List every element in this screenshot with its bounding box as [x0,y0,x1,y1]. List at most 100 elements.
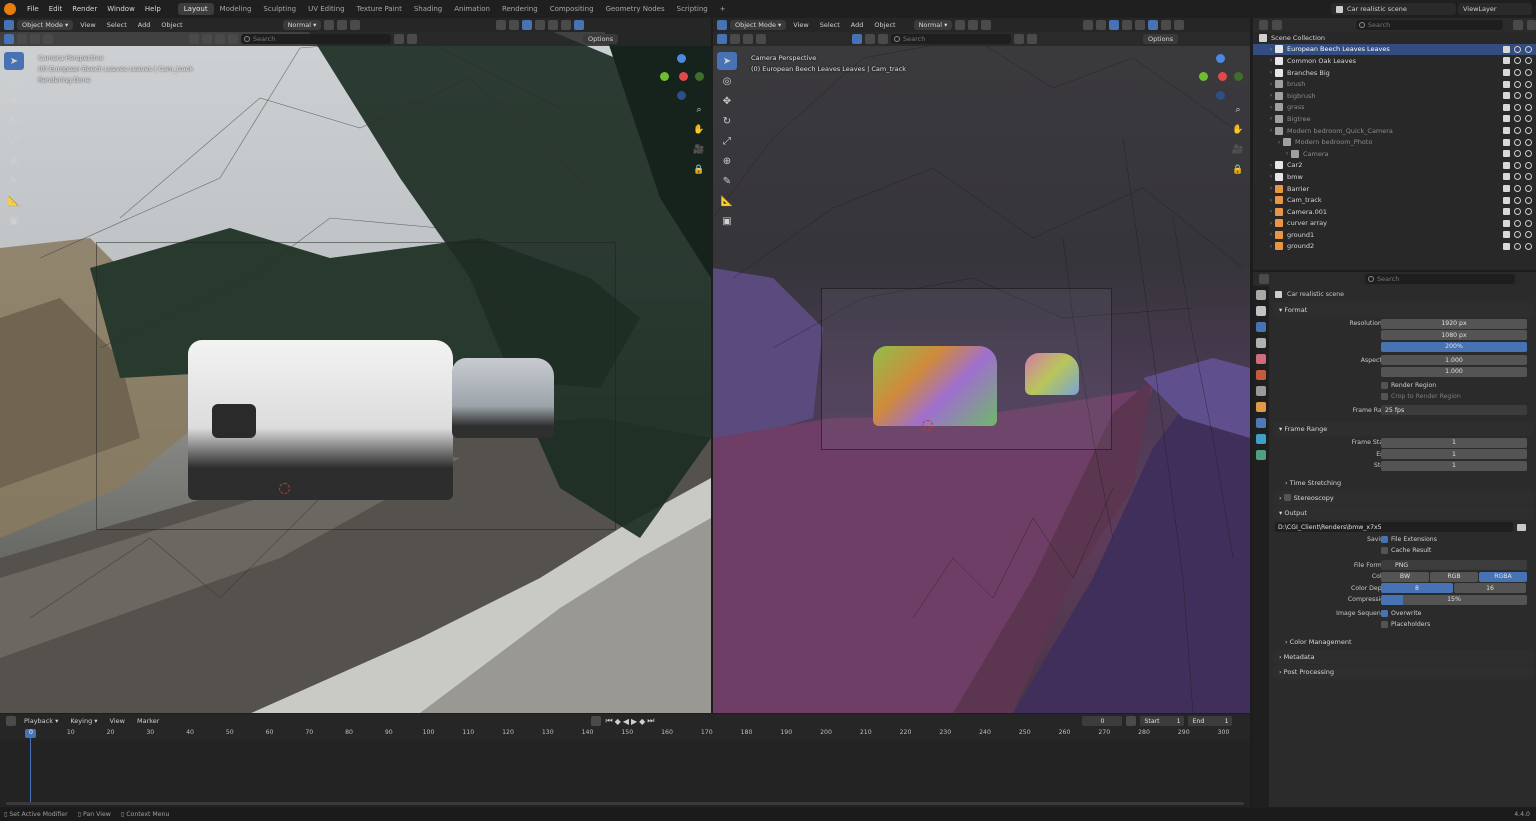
camera-view-icon[interactable]: 🎥 [1232,145,1244,157]
workspace-tab-modeling[interactable]: Modeling [214,3,258,15]
scene-collection-row[interactable]: Scene Collection [1253,32,1536,44]
gizmo-icon[interactable] [1096,20,1107,30]
camera-render-icon[interactable] [1525,138,1532,146]
workspace-tab-animation[interactable]: Animation [448,3,496,15]
mode-selector[interactable]: Object Mode ▾ [17,20,74,30]
exclude-checkbox[interactable] [1503,138,1510,146]
camera-render-icon[interactable] [1525,127,1532,135]
pivot-icon[interactable] [324,20,335,30]
eye-icon[interactable] [1514,127,1521,135]
axis-neg-z-icon[interactable] [1216,91,1225,100]
eye-icon[interactable] [1514,92,1521,100]
lock-icon[interactable]: 🔒 [693,165,705,177]
add-cube-tool-icon[interactable]: ▣ [717,212,737,230]
outliner-row[interactable]: › curver array [1253,218,1536,230]
cursor-tool-icon[interactable]: ◎ [4,72,24,90]
workspace-tab-sculpting[interactable]: Sculpting [257,3,302,15]
expand-arrow-icon[interactable]: › [1267,57,1275,64]
current-frame-field[interactable]: 0 [1082,716,1123,726]
keying-menu[interactable]: Keying ▾ [66,717,101,725]
select-subtract-icon[interactable] [743,34,753,44]
new-collection-icon[interactable] [1526,20,1536,30]
camera-render-icon[interactable] [1525,103,1532,111]
proportional-edit-icon[interactable] [981,20,992,30]
menu-file[interactable]: File [22,5,44,13]
color-rgb-option[interactable]: RGB [1430,571,1478,582]
add-cube-tool-icon[interactable]: ▣ [4,212,24,230]
camera-render-icon[interactable] [1525,185,1532,193]
workspace-tab-compositing[interactable]: Compositing [544,3,600,15]
add-menu[interactable]: Add [847,21,868,29]
view-menu[interactable]: View [789,21,812,29]
proportional-edit-icon[interactable] [350,20,361,30]
bookmark-icon[interactable] [394,34,404,44]
exclude-checkbox[interactable] [1503,161,1510,169]
eye-icon[interactable] [1514,138,1521,146]
timeline-view-menu[interactable]: View [106,717,129,725]
xray-icon[interactable] [535,20,546,30]
axis-x-icon[interactable] [1218,72,1227,81]
select-menu[interactable]: Select [816,21,844,29]
move-tool-icon[interactable]: ✥ [4,92,24,110]
collection-tab-icon[interactable] [1256,386,1266,396]
frame-step-field[interactable]: 1 [1381,460,1527,471]
resolution-x-field[interactable]: 1920 px [1381,318,1527,329]
outliner-row[interactable]: › Modern bedroom_Quick_Camera [1253,125,1536,137]
lock-icon[interactable]: 🔒 [1232,165,1244,177]
exclude-checkbox[interactable] [1503,45,1510,53]
select-box-icon[interactable] [4,34,14,44]
camera-render-icon[interactable] [1525,57,1532,65]
expand-arrow-icon[interactable]: › [1267,81,1275,88]
start-frame-field[interactable]: Start 1 [1140,716,1185,726]
viewport-right-solid[interactable]: Object Mode ▾ View Select Add Object Nor… [713,18,1250,713]
color-rgba-option[interactable]: RGBA [1479,571,1527,582]
properties-search[interactable]: Search [1365,274,1515,284]
expand-arrow-icon[interactable]: › [1283,150,1291,157]
eye-icon[interactable] [1514,103,1521,111]
outliner-row[interactable]: › Camera.001 [1253,206,1536,218]
light-filter-icon[interactable] [878,34,888,44]
cache-result-checkbox[interactable] [1381,547,1388,555]
file-format-dropdown[interactable]: PNG [1381,560,1527,571]
object-tab-icon[interactable] [1256,402,1266,412]
expand-arrow-icon[interactable]: › [1267,173,1275,180]
mode-selector[interactable]: Object Mode ▾ [730,20,787,30]
rotate-tool-icon[interactable]: ↻ [717,112,737,130]
expand-arrow-icon[interactable]: › [1267,69,1275,76]
end-frame-field[interactable]: End 1 [1188,716,1233,726]
play-icon[interactable]: ▶ [631,717,637,726]
stereoscopy-section-header[interactable]: › Stereoscopy [1273,490,1534,505]
timeline-scrollbar[interactable] [6,802,1244,805]
expand-arrow-icon[interactable]: › [1267,46,1275,53]
add-workspace-button[interactable]: + [714,3,732,15]
eye-icon[interactable] [1514,115,1521,123]
play-reverse-icon[interactable]: ◀ [623,717,629,726]
axis-y-icon[interactable] [660,72,669,81]
camera-render-icon[interactable] [1525,92,1532,100]
shading-rendered-icon[interactable] [1174,20,1185,30]
camera-filter-icon[interactable] [228,34,238,44]
aspect-y-field[interactable]: 1.000 [1381,366,1527,377]
frame-start-field[interactable]: 1 [1381,437,1527,448]
output-path-field[interactable]: D:\CGI_Client\Renders\bmw_x7x5 [1275,522,1513,532]
select-tool-icon[interactable]: ➤ [717,52,737,70]
bookmark-icon[interactable] [1014,34,1024,44]
select-menu[interactable]: Select [103,21,131,29]
tool-tab-icon[interactable] [1256,290,1266,300]
object-menu[interactable]: Object [157,21,186,29]
exclude-checkbox[interactable] [1503,219,1510,227]
shading-solid-icon[interactable] [1148,20,1159,30]
axis-z-icon[interactable] [1216,54,1225,63]
camera-render-icon[interactable] [1525,219,1532,227]
exclude-checkbox[interactable] [1503,69,1510,77]
output-section-header[interactable]: ▾ Output [1273,505,1534,520]
expand-arrow-icon[interactable]: › [1267,220,1275,227]
eye-icon[interactable] [1514,45,1521,53]
select-intersect-icon[interactable] [756,34,766,44]
editor-type-icon[interactable] [4,20,14,30]
measure-tool-icon[interactable]: 📐 [717,192,737,210]
blender-logo-icon[interactable] [4,3,16,15]
workspace-tab-texture-paint[interactable]: Texture Paint [351,3,408,15]
camera-render-icon[interactable] [1525,231,1532,239]
camera-view-icon[interactable]: 🎥 [693,145,705,157]
